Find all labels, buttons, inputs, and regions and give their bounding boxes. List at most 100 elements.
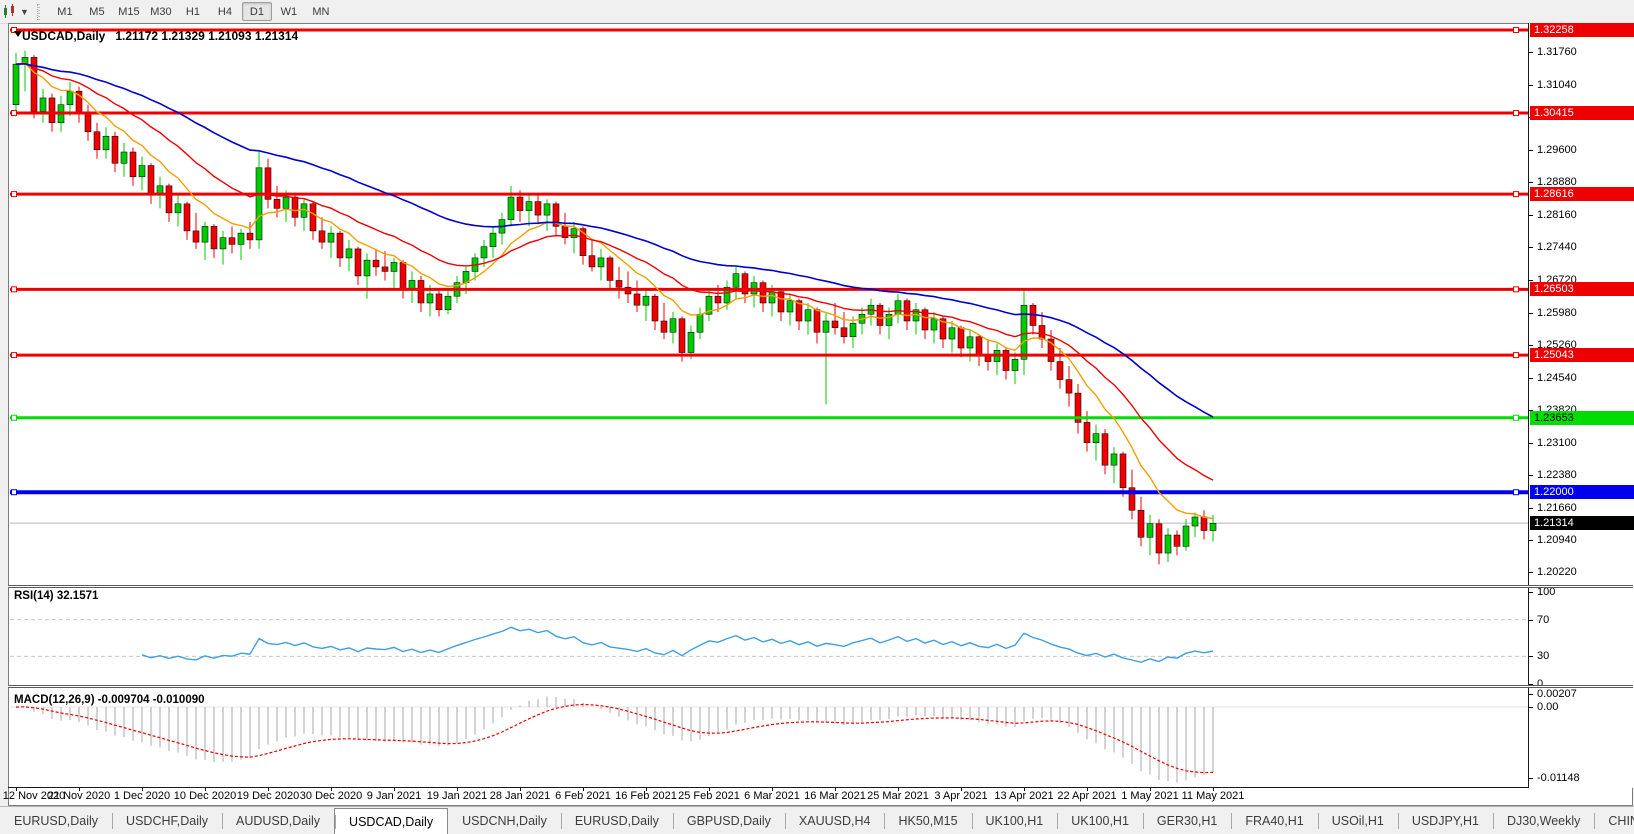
date-label: 11 May 2021 — [1181, 790, 1245, 802]
price-tick — [1529, 312, 1533, 314]
price-label: 1.20220 — [1537, 566, 1577, 579]
price-badge-1.21314: 1.21314 — [1530, 516, 1634, 531]
date-label: 28 Jan 2021 — [489, 790, 551, 802]
tab-eurusd-daily[interactable]: EURUSD,Daily — [0, 807, 112, 834]
date-label: 3 Apr 2021 — [934, 790, 988, 802]
tab-usdcnh-daily[interactable]: USDCNH,Daily — [448, 807, 561, 834]
timeframe-button-m30[interactable]: M30 — [146, 2, 176, 21]
tab-usdjpy-h1[interactable]: USDJPY,H1 — [1397, 807, 1493, 834]
chart-collapse-icon[interactable] — [14, 31, 22, 37]
tab-usdcad-daily[interactable]: USDCAD,Daily — [334, 808, 449, 834]
date-label: 13 Apr 2021 — [994, 790, 1054, 802]
timeframe-button-mn[interactable]: MN — [306, 2, 336, 21]
tab-eurusd-daily[interactable]: EURUSD,Daily — [560, 807, 673, 834]
chart-window[interactable] — [8, 23, 1633, 806]
macd-label: 0.00 — [1537, 701, 1559, 713]
timeframe-button-m5[interactable]: M5 — [82, 2, 112, 21]
rsi-label: 70 — [1537, 613, 1550, 626]
tab-uk100-h1[interactable]: UK100,H1 — [1057, 807, 1143, 834]
macd-tick — [1529, 694, 1533, 696]
chevron-down-icon[interactable]: ▼ — [20, 7, 29, 17]
price-tick — [1529, 52, 1533, 54]
tab-xauusd-h4[interactable]: XAUUSD,H4 — [784, 807, 885, 834]
price-badge-1.26503: 1.26503 — [1530, 282, 1634, 297]
price-label: 1.31760 — [1537, 46, 1577, 59]
mt4-application: ▼ M1 M5 M15 M30 H1 H4 D1 W1 MN USDCAD,Da… — [0, 0, 1634, 834]
price-tick — [1529, 539, 1533, 541]
price-badge-1.22000: 1.22000 — [1530, 485, 1634, 500]
price-label: 1.20940 — [1537, 533, 1577, 546]
timeframe-button-h4[interactable]: H4 — [210, 2, 240, 21]
price-tick — [1529, 377, 1533, 379]
macd-label: 0.00207 — [1537, 688, 1577, 701]
price-badge-1.32258: 1.32258 — [1530, 23, 1634, 37]
date-label: 16 Mar 2021 — [804, 790, 866, 802]
tab-audusd-daily[interactable]: AUDUSD,Daily — [222, 807, 334, 834]
macd-tick — [1529, 707, 1533, 708]
tab-ger30-h1[interactable]: GER30,H1 — [1142, 807, 1231, 834]
rsi-tick — [1529, 592, 1533, 593]
timeframe-button-d1[interactable]: D1 — [241, 2, 272, 21]
rsi-label: 30 — [1537, 650, 1550, 663]
price-label: 1.27440 — [1537, 241, 1577, 254]
date-label: 16 Feb 2021 — [615, 790, 677, 802]
date-label: 19 Jan 2021 — [426, 790, 488, 802]
price-label: 1.22380 — [1537, 469, 1577, 482]
tab-fra40-h1[interactable]: FRA40,H1 — [1231, 807, 1317, 834]
chart-title: USDCAD,Daily 1.21172 1.21329 1.21093 1.21… — [22, 29, 298, 43]
tab-gbpusd-daily[interactable]: GBPUSD,Daily — [672, 807, 785, 834]
date-label: 25 Mar 2021 — [867, 790, 929, 802]
toolbar-grip[interactable] — [36, 3, 43, 20]
price-badge-1.28616: 1.28616 — [1530, 187, 1634, 202]
symbol-tabbar: EURUSD,Daily USDCHF,Daily AUDUSD,Daily USDC… — [0, 806, 1634, 834]
price-tick — [1529, 247, 1533, 249]
rsi-tick — [1529, 656, 1533, 658]
date-label: 10 Dec 2020 — [173, 790, 237, 802]
price-label: 1.28160 — [1537, 208, 1577, 221]
date-label: 6 Feb 2021 — [555, 790, 611, 802]
price-tick — [1529, 475, 1533, 477]
price-label: 1.25980 — [1537, 306, 1577, 319]
tab-uk100-h1[interactable]: UK100,H1 — [971, 807, 1058, 834]
date-label: 9 Jan 2021 — [366, 790, 422, 802]
rsi-indicator-label: RSI(14) 32.1571 — [14, 590, 99, 602]
price-tick — [1529, 182, 1533, 184]
date-label: 1 May 2021 — [1121, 790, 1179, 802]
price-tick — [1529, 345, 1533, 347]
timeframe-button-w1[interactable]: W1 — [274, 2, 304, 21]
chart-ohlc-values: 1.21172 1.21329 1.21093 1.21314 — [115, 29, 299, 43]
chart-symbol-label: USDCAD,Daily — [22, 29, 106, 43]
date-label: 6 Mar 2021 — [744, 790, 800, 802]
price-tick — [1529, 442, 1533, 444]
macd-label: -0.01148 — [1537, 772, 1580, 784]
price-label: 1.31040 — [1537, 78, 1577, 91]
price-tick — [1529, 149, 1533, 151]
date-label: 25 Feb 2021 — [678, 790, 740, 802]
tab-hk50-m15[interactable]: HK50,M15 — [884, 807, 971, 834]
tab-dj30-weekly[interactable]: DJ30,Weekly — [1492, 807, 1594, 834]
timeframe-button-m15[interactable]: M15 — [114, 2, 144, 21]
tab-usdchf-daily[interactable]: USDCHF,Daily — [112, 807, 222, 834]
macd-indicator-label: MACD(12,26,9) -0.009704 -0.010090 — [14, 694, 205, 706]
timeframe-button-h1[interactable]: H1 — [178, 2, 208, 21]
date-axis-border — [8, 787, 1633, 788]
tab-china300-h1[interactable]: CHINA300,H1 — [1594, 807, 1634, 834]
date-label: 1 Dec 2020 — [113, 790, 171, 802]
rsi-tick — [1529, 619, 1533, 621]
tab-usoil-h1[interactable]: USOil,H1 — [1317, 807, 1398, 834]
macd-tick — [1529, 778, 1533, 779]
price-tick — [1529, 507, 1533, 509]
timeframe-button-m1[interactable]: M1 — [50, 2, 80, 21]
price-label: 1.21660 — [1537, 501, 1577, 514]
price-tick — [1529, 572, 1533, 574]
price-label: 1.23100 — [1537, 436, 1577, 449]
price-label: 1.29600 — [1537, 143, 1577, 156]
price-badge-1.30415: 1.30415 — [1530, 106, 1634, 121]
price-axis[interactable]: 1.317601.310401.303201.296001.288801.281… — [1528, 23, 1634, 788]
price-badge-1.23653: 1.23653 — [1530, 410, 1634, 425]
price-label: 1.24540 — [1537, 371, 1577, 384]
date-label: 30 Dec 2020 — [299, 790, 363, 802]
main-rsi-splitter[interactable] — [8, 585, 1633, 588]
chart-type-icon[interactable] — [2, 3, 18, 20]
rsi-macd-splitter[interactable] — [8, 685, 1633, 688]
